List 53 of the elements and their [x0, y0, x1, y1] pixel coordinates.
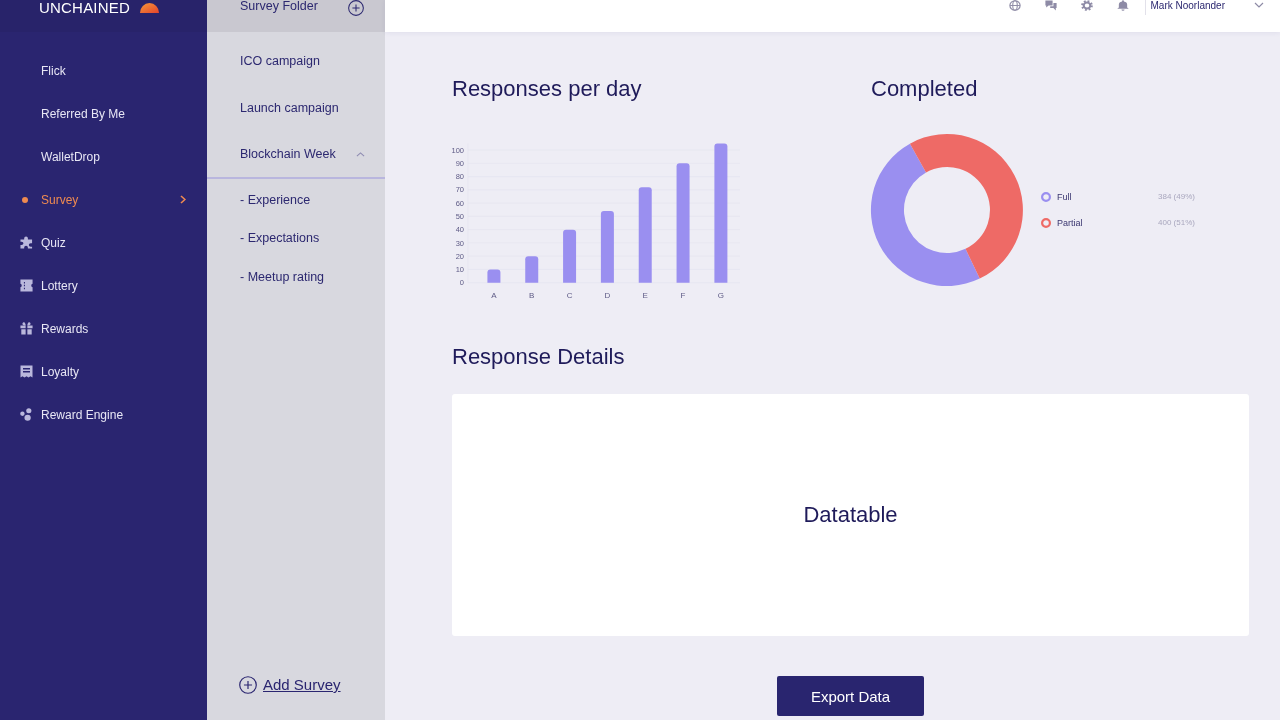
x-tick-label: D	[604, 291, 611, 300]
globe-icon[interactable]	[1008, 0, 1021, 11]
bar	[525, 256, 539, 283]
x-tick-label: B	[529, 291, 535, 300]
nav-item[interactable]: Lottery	[20, 277, 78, 294]
nav-item[interactable]: Loyalty	[20, 363, 80, 380]
folder-panel-title: Survey Folder	[240, 0, 318, 12]
bell-icon[interactable]	[1116, 0, 1129, 11]
folder-item[interactable]: Launch campaign	[240, 100, 339, 116]
datatable-label: Datatable	[803, 502, 898, 528]
nav-item[interactable]: Reward Engine	[20, 406, 124, 423]
nav-item[interactable]: Rewards	[20, 320, 89, 337]
x-tick-label: C	[566, 291, 573, 300]
add-survey-link[interactable]: Add Survey	[239, 676, 341, 694]
add-folder-icon[interactable]	[348, 0, 364, 16]
puzzle-icon	[20, 236, 33, 249]
chevron-down-icon	[1254, 2, 1264, 8]
bar	[563, 229, 577, 283]
nav-item[interactable]: WalletDrop	[41, 148, 100, 165]
half-sun-logo-icon	[139, 2, 160, 13]
legend-label: Partial	[1057, 217, 1084, 229]
settings-icon[interactable]	[1080, 0, 1093, 11]
x-tick-label: E	[642, 291, 648, 300]
bar	[487, 269, 501, 283]
folder-subitem[interactable]: - Meetup rating	[240, 268, 325, 285]
gears-icon	[20, 408, 33, 421]
chart-title: Responses per day	[452, 76, 642, 102]
nav-item[interactable]: Survey	[20, 191, 186, 208]
nav-item[interactable]: Flick	[41, 62, 66, 79]
dot-icon	[22, 196, 28, 203]
legend-label: Full	[1057, 191, 1073, 203]
bar	[600, 211, 614, 283]
x-tick-label: G	[717, 291, 724, 300]
nav-item[interactable]: Quiz	[20, 234, 66, 251]
x-tick-label: F	[680, 291, 686, 300]
logo-text: UNCHAINED	[39, 0, 130, 16]
plus-circle-icon	[239, 676, 257, 694]
folder-item[interactable]: Blockchain Week	[240, 146, 365, 162]
export-data-button[interactable]: Export Data	[777, 676, 924, 716]
ticket-icon	[20, 279, 33, 292]
chart-title: Completed	[871, 76, 978, 102]
folder-subitem[interactable]: - Experience	[240, 191, 311, 208]
chat-icon[interactable]	[1044, 0, 1057, 11]
folder-subitem[interactable]: - Expectations	[240, 230, 320, 247]
gift-icon	[20, 322, 33, 335]
folder-item[interactable]: ICO campaign	[240, 53, 320, 69]
user-menu[interactable]: Mark Noorlander	[1144, 0, 1264, 15]
x-tick-label: A	[491, 291, 497, 300]
section-title: Response Details	[452, 344, 626, 370]
nav-item[interactable]: Referred By Me	[41, 105, 126, 122]
chevron-right-icon	[180, 195, 186, 204]
caret-up-icon	[356, 151, 365, 157]
receipt-icon	[20, 365, 33, 378]
